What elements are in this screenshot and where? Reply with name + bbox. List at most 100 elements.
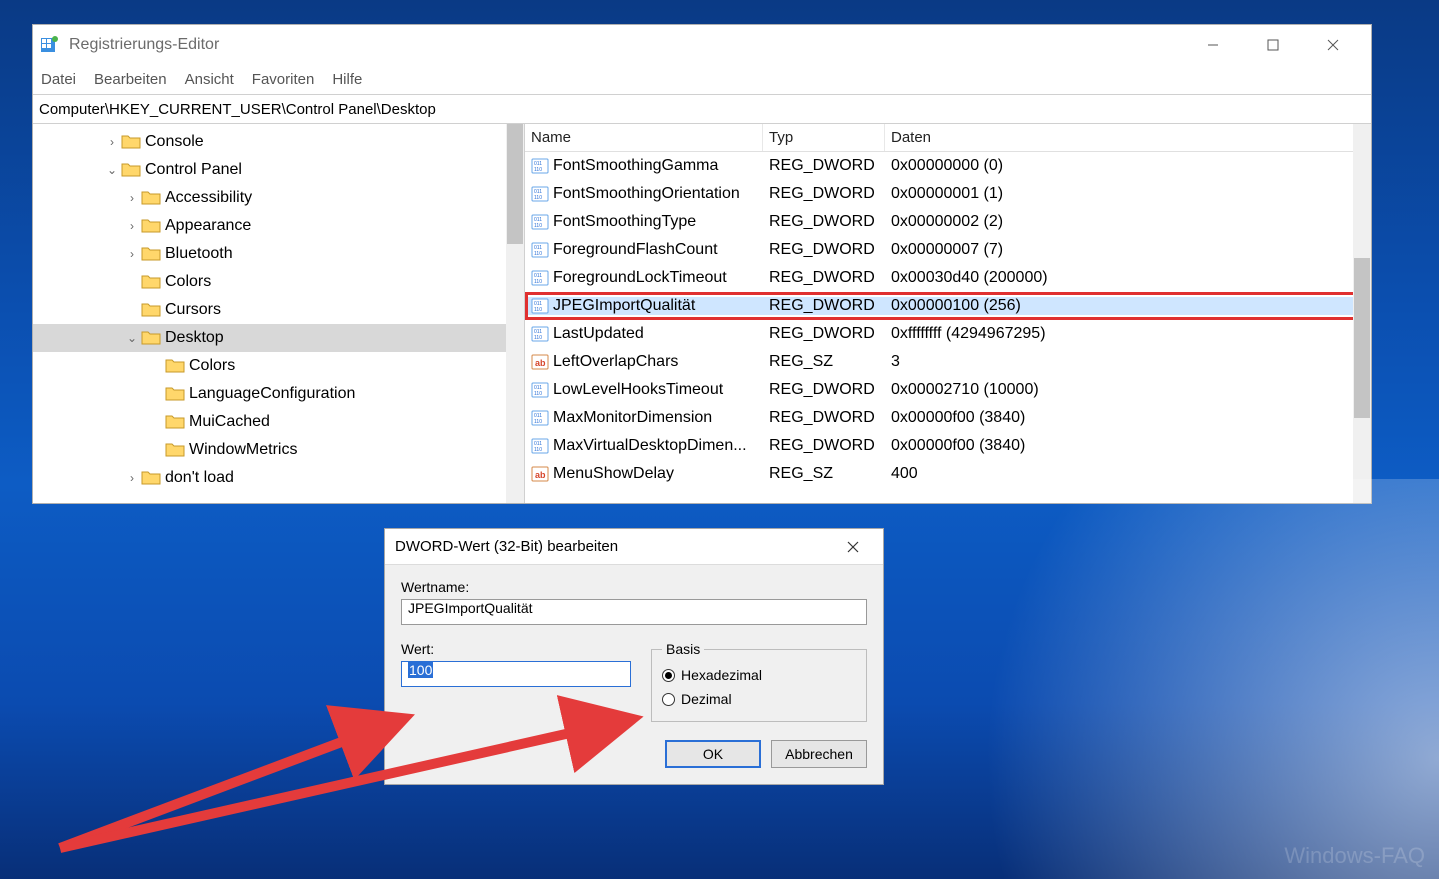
radio-dec-label: Dezimal [681,691,732,707]
list-scrollbar[interactable] [1353,124,1371,503]
chevron-right-icon[interactable]: › [123,247,141,261]
value-row[interactable]: 011110FontSmoothingOrientationREG_DWORD0… [525,180,1371,208]
folder-icon [141,273,161,291]
value-type: REG_DWORD [763,185,885,203]
close-button[interactable] [1303,27,1363,63]
cancel-button[interactable]: Abbrechen [771,740,867,768]
value-data: 0x00000f00 (3840) [885,409,1371,427]
tree-item[interactable]: ›Console [33,128,524,156]
tree-item-label: Colors [189,357,235,375]
svg-text:110: 110 [534,391,542,397]
tree-item[interactable]: ⌄Control Panel [33,156,524,184]
column-name[interactable]: Name [525,124,763,151]
value-row[interactable]: 011110MaxMonitorDimensionREG_DWORD0x0000… [525,404,1371,432]
column-data[interactable]: Daten [885,124,1371,151]
value-row[interactable]: 011110ForegroundFlashCountREG_DWORD0x000… [525,236,1371,264]
value-row[interactable]: 011110LowLevelHooksTimeoutREG_DWORD0x000… [525,376,1371,404]
value-name: ForegroundLockTimeout [553,269,727,287]
menu-edit[interactable]: Bearbeiten [94,71,167,88]
radio-dec[interactable]: Dezimal [662,687,856,711]
menu-help[interactable]: Hilfe [332,71,362,88]
folder-icon [141,469,161,487]
tree-scrollbar[interactable] [506,124,524,503]
reg-dword-icon: 011110 [531,157,549,175]
tree-item[interactable]: Cursors [33,296,524,324]
value-type: REG_SZ [763,353,885,371]
tree-item[interactable]: LanguageConfiguration [33,380,524,408]
value-name-field[interactable]: JPEGImportQualität [401,599,867,625]
tree-item[interactable]: › Appearance [33,212,524,240]
reg-sz-icon: ab [531,353,549,371]
tree-item[interactable]: ›Accessibility [33,184,524,212]
value-row[interactable]: abLeftOverlapCharsREG_SZ3 [525,348,1371,376]
tree-scroll-thumb[interactable] [507,124,523,244]
tree-item[interactable]: ⌄Desktop [33,324,524,352]
value-name: MenuShowDelay [553,465,674,483]
svg-text:110: 110 [534,223,542,229]
tree-item[interactable]: ›Bluetooth [33,240,524,268]
reg-dword-icon: 011110 [531,269,549,287]
titlebar[interactable]: Registrierungs-Editor [33,25,1371,65]
chevron-down-icon[interactable]: ⌄ [103,163,121,177]
reg-dword-icon: 011110 [531,381,549,399]
tree-item-label: Cursors [165,301,221,319]
menu-file[interactable]: Datei [41,71,76,88]
watermark: Windows-FAQ [1284,843,1425,869]
value-data-field[interactable]: 100 [401,661,631,687]
folder-icon [141,189,161,207]
value-name: FontSmoothingOrientation [553,185,740,203]
dialog-close-button[interactable] [833,532,873,562]
column-type[interactable]: Typ [763,124,885,151]
value-row[interactable]: 011110JPEGImportQualitätREG_DWORD0x00000… [525,292,1371,320]
radio-hex[interactable]: Hexadezimal [662,663,856,687]
address-bar[interactable]: Computer\HKEY_CURRENT_USER\Control Panel… [33,95,1371,124]
value-row[interactable]: 011110FontSmoothingGammaREG_DWORD0x00000… [525,152,1371,180]
dialog-titlebar[interactable]: DWORD-Wert (32-Bit) bearbeiten [385,529,883,565]
dialog-title: DWORD-Wert (32-Bit) bearbeiten [395,538,618,555]
ok-button[interactable]: OK [665,740,761,768]
values-pane: Name Typ Daten 011110FontSmoothingGammaR… [525,124,1371,503]
value-row[interactable]: 011110MaxVirtualDesktopDimen...REG_DWORD… [525,432,1371,460]
maximize-button[interactable] [1243,27,1303,63]
tree-item-label: WindowMetrics [189,441,297,459]
list-scroll-thumb[interactable] [1354,258,1370,418]
regedit-icon [41,36,59,54]
svg-text:110: 110 [534,195,542,201]
tree-pane: ›Console⌄Control Panel›Accessibility›App… [33,124,525,503]
tree-item[interactable]: MuiCached [33,408,524,436]
edit-dword-dialog: DWORD-Wert (32-Bit) bearbeiten Wertname:… [384,528,884,785]
value-row[interactable]: 011110FontSmoothingTypeREG_DWORD0x000000… [525,208,1371,236]
svg-text:ab: ab [535,358,546,368]
regedit-window: Registrierungs-Editor Datei Bearbeiten A… [32,24,1372,504]
tree-item[interactable]: Colors [33,268,524,296]
value-row[interactable]: 011110LastUpdatedREG_DWORD0xffffffff (42… [525,320,1371,348]
value-row[interactable]: abMenuShowDelayREG_SZ400 [525,460,1371,488]
value-data: 0x00000000 (0) [885,157,1371,175]
chevron-right-icon[interactable]: › [123,471,141,485]
tree-item-label: Appearance [165,217,251,235]
menu-favorites[interactable]: Favoriten [252,71,315,88]
value-name: FontSmoothingGamma [553,157,718,175]
folder-icon [141,217,161,235]
value-name: LeftOverlapChars [553,353,678,371]
chevron-right-icon[interactable]: › [123,191,141,205]
value-data: 0x00000002 (2) [885,213,1371,231]
value-type: REG_DWORD [763,325,885,343]
menu-view[interactable]: Ansicht [185,71,234,88]
basis-group: Basis Hexadezimal Dezimal [651,641,867,722]
folder-icon [141,329,161,347]
value-type: REG_DWORD [763,409,885,427]
reg-dword-icon: 011110 [531,213,549,231]
tree-item[interactable]: ›don't load [33,464,524,492]
value-type: REG_DWORD [763,269,885,287]
value-row[interactable]: 011110ForegroundLockTimeoutREG_DWORD0x00… [525,264,1371,292]
value-name: MaxVirtualDesktopDimen... [553,437,747,455]
tree-item[interactable]: WindowMetrics [33,436,524,464]
chevron-right-icon[interactable]: › [123,219,141,233]
minimize-button[interactable] [1183,27,1243,63]
value-type: REG_DWORD [763,297,885,315]
svg-text:110: 110 [534,167,542,173]
chevron-down-icon[interactable]: ⌄ [123,331,141,345]
tree-item[interactable]: Colors [33,352,524,380]
chevron-right-icon[interactable]: › [103,135,121,149]
